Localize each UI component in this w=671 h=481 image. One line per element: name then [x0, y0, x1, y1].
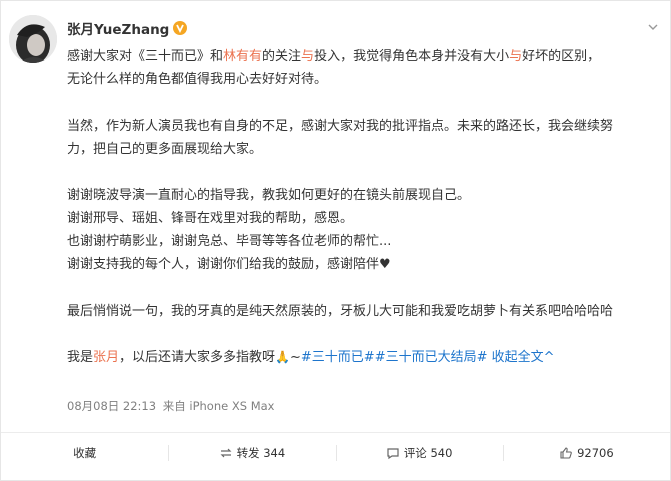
collapse-full-text-link[interactable]: 收起全文^	[492, 350, 555, 365]
text: ，以后还请大家多多指教呀	[119, 350, 276, 365]
post-line: 我是张月，以后还请大家多多指教呀🙏~#三十而已##三十而已大结局# 收起全文^	[67, 346, 663, 369]
favorite-label: 收藏	[73, 446, 97, 460]
text: 投入，我觉得角色本身并没有大小	[314, 49, 510, 64]
username[interactable]: 张月YueZhang	[67, 18, 169, 38]
action-bar: 收藏 转发 344 评论 540 92706	[1, 433, 670, 473]
text: 感谢大家对《三十而已》和	[67, 49, 224, 64]
post-content: 感谢大家对《三十而已》和林有有的关注与投入，我觉得角色本身并没有大小与好坏的区别…	[67, 45, 663, 369]
post-line: 谢谢晓波导演一直耐心的指导我，教我如何更好的在镜头前展现自己。	[67, 188, 471, 203]
pray-emoji-icon: 🙏	[275, 350, 290, 364]
text: 我是	[67, 350, 94, 365]
verified-badge-icon	[173, 21, 188, 35]
post-line: 当然，作为新人演员我也有自身的不足，感谢大家对我的批评指点。未来的路还长，我会继…	[67, 118, 614, 134]
chevron-up-icon: ^	[543, 350, 555, 365]
comment-label: 评论 540	[403, 446, 453, 460]
highlight-text: 与	[301, 49, 315, 64]
chevron-down-icon[interactable]	[646, 19, 660, 33]
post-line: 谢谢支持我的每个人，谢谢你们给我的鼓励，感谢陪伴♥	[67, 253, 663, 276]
mention-link[interactable]: 林有有	[223, 49, 262, 64]
repost-icon	[219, 446, 233, 460]
highlight-text: 与	[509, 49, 523, 64]
repost-label: 转发 344	[236, 446, 286, 460]
post-line: 无论什么样的角色都值得我用心去好好对待。	[67, 72, 328, 87]
repost-button[interactable]: 转发 344	[168, 443, 335, 463]
avatar[interactable]	[9, 15, 57, 63]
post-line: 谢谢邢导、瑶姐、锋哥在戏里对我的帮助，感恩。	[67, 211, 354, 226]
post-line: 也谢谢柠萌影业，谢谢凫总、毕哥等等各位老师的帮忙...	[67, 234, 392, 249]
like-count: 92706	[577, 446, 614, 460]
post-header: 张月YueZhang	[67, 18, 188, 38]
text: ~	[290, 350, 301, 365]
text: 谢谢支持我的每个人，谢谢你们给我的鼓励，感谢陪伴	[67, 257, 380, 272]
thumbs-up-icon	[559, 446, 573, 460]
collapse-label: 收起全文	[491, 350, 544, 365]
like-button[interactable]: 92706	[502, 443, 670, 463]
comment-button[interactable]: 评论 540	[335, 443, 503, 463]
heart-icon: ♥	[379, 257, 391, 272]
post-line: 力，把自己的更多面展现给大家。	[67, 141, 263, 157]
hashtag-link[interactable]: #三十而已#	[301, 350, 375, 365]
hashtag-link[interactable]: #三十而已大结局#	[375, 350, 488, 365]
text: 好坏的区别，	[522, 49, 601, 64]
post-meta: 08月08日 22:13 来自 iPhone XS Max	[67, 398, 274, 414]
mention-link[interactable]: 张月	[93, 350, 119, 365]
post-timestamp[interactable]: 08月08日 22:13	[67, 399, 156, 413]
post-source: 来自 iPhone XS Max	[162, 399, 275, 413]
post-line: 感谢大家对《三十而已》和林有有的关注与投入，我觉得角色本身并没有大小与好坏的区别…	[67, 45, 663, 68]
text: 的关注	[262, 49, 302, 64]
favorite-button[interactable]: 收藏	[1, 443, 168, 463]
comment-icon	[386, 446, 400, 460]
post-line: 最后悄悄说一句，我的牙真的是纯天然原装的，牙板儿大可能和我爱吃胡萝卜有关系吧哈哈…	[67, 303, 614, 319]
weibo-post-card: 张月YueZhang 感谢大家对《三十而已》和林有有的关注与投入，我觉得角色本身…	[0, 0, 671, 481]
